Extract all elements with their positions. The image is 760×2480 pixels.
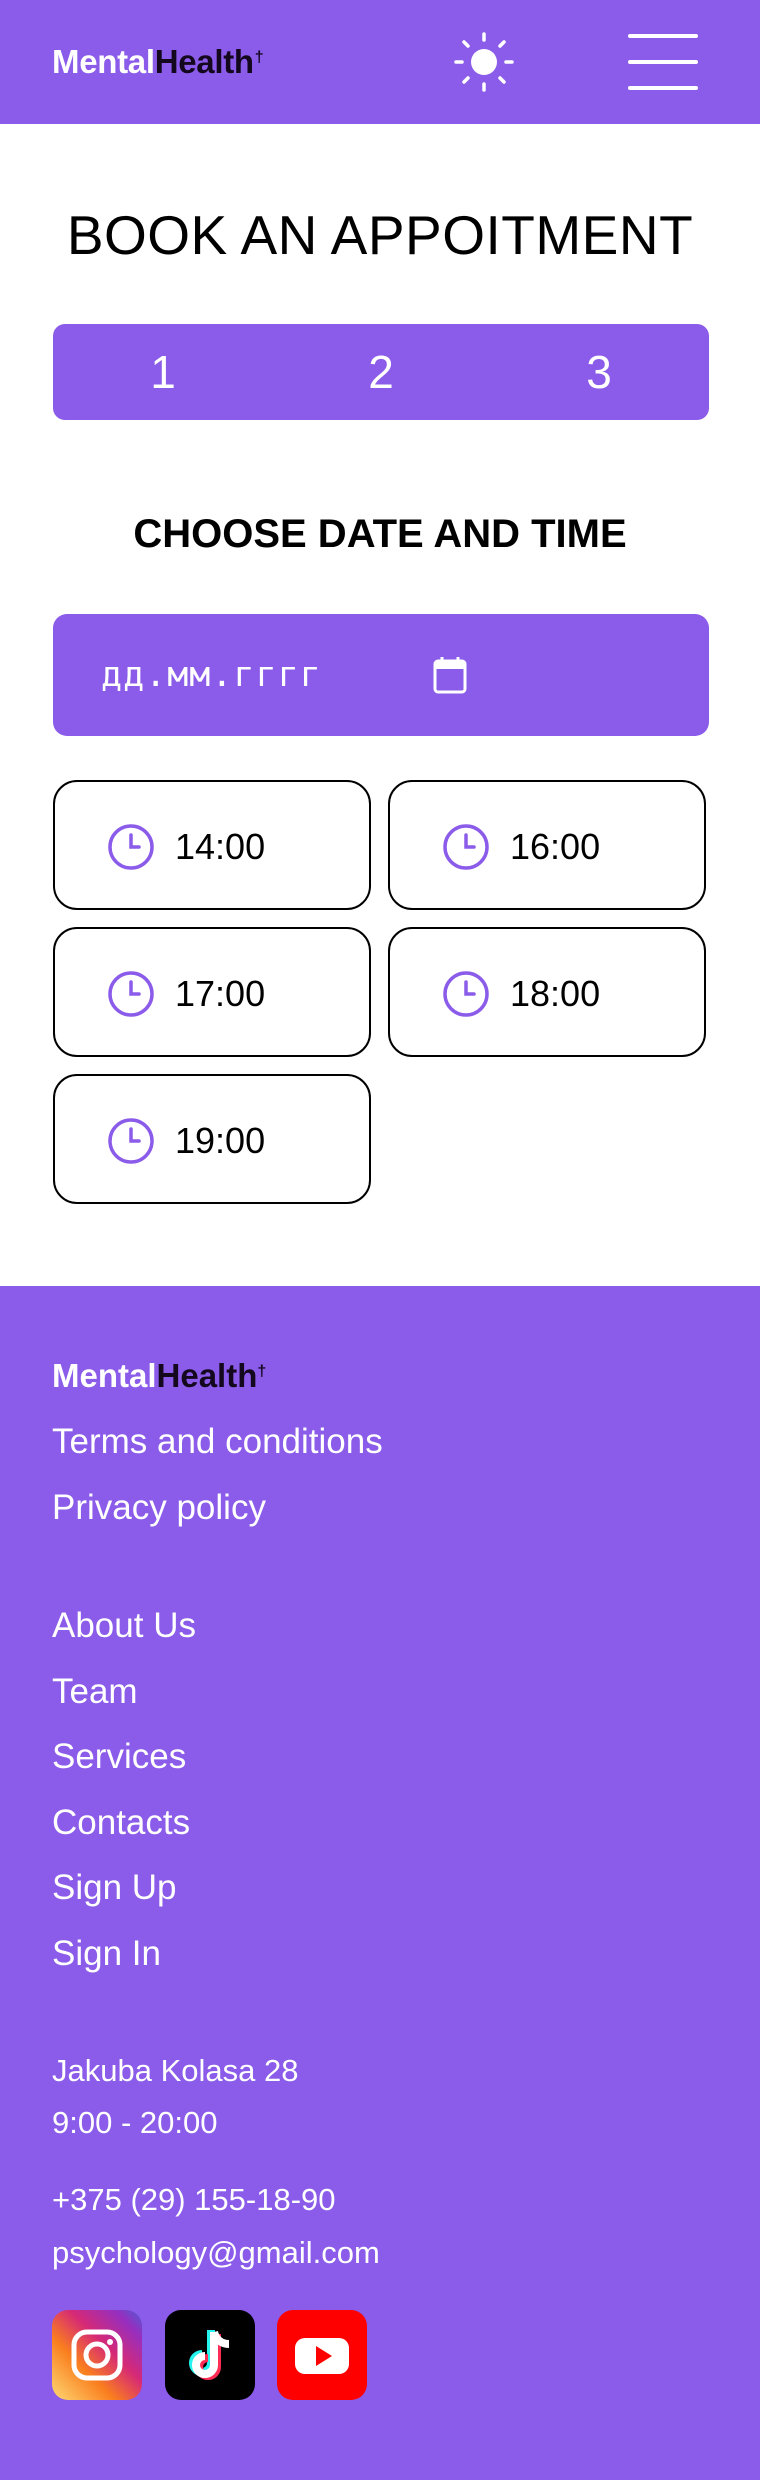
footer-phone[interactable]: +375 (29) 155-18-90	[52, 2180, 336, 2220]
footer-link-contacts[interactable]: Contacts	[52, 1801, 190, 1845]
time-slot-label: 19:00	[175, 1120, 266, 1161]
time-slot[interactable]: 16:00	[388, 780, 706, 910]
footer-link-services[interactable]: Services	[52, 1735, 186, 1779]
logo-mark: †	[254, 49, 264, 66]
sun-icon	[454, 32, 514, 92]
site-logo[interactable]: MentalHealth†	[52, 42, 264, 82]
footer-logo[interactable]: MentalHealth†	[52, 1356, 266, 1396]
time-slot-label: 14:00	[175, 826, 266, 867]
footer-link-privacy[interactable]: Privacy policy	[52, 1486, 266, 1530]
logo-part-health: Health	[154, 43, 254, 80]
booking-steps: 1 2 3	[53, 324, 709, 420]
date-placeholder: дд.мм.гггг	[101, 655, 322, 695]
footer-link-about[interactable]: About Us	[52, 1604, 196, 1648]
site-header: MentalHealth†	[0, 0, 760, 124]
time-slot[interactable]: 18:00	[388, 927, 706, 1057]
clock-icon	[443, 824, 489, 870]
logo-mark: †	[257, 1363, 267, 1380]
footer-hours: 9:00 - 20:00	[52, 2105, 218, 2140]
menu-line	[628, 34, 698, 38]
logo-part-mental: Mental	[52, 1357, 157, 1394]
time-slot-label: 18:00	[510, 973, 601, 1014]
time-slot[interactable]: 17:00	[53, 927, 371, 1057]
date-input[interactable]: дд.мм.гггг	[53, 614, 709, 736]
clock-icon	[443, 971, 489, 1017]
logo-part-health: Health	[156, 1357, 258, 1394]
footer-link-team[interactable]: Team	[52, 1670, 138, 1714]
step-1[interactable]: 1	[103, 324, 223, 420]
instagram-icon[interactable]	[52, 2310, 142, 2400]
footer-link-terms[interactable]: Terms and conditions	[52, 1420, 383, 1464]
calendar-icon[interactable]	[433, 656, 467, 694]
hamburger-menu-icon[interactable]	[628, 34, 698, 90]
theme-toggle-button[interactable]	[452, 30, 516, 94]
time-slot-label: 17:00	[175, 973, 266, 1014]
step-2[interactable]: 2	[321, 324, 441, 420]
step-3[interactable]: 3	[539, 324, 659, 420]
section-subtitle: CHOOSE DATE AND TIME	[133, 512, 627, 556]
tiktok-icon[interactable]	[165, 2310, 255, 2400]
footer-link-signin[interactable]: Sign In	[52, 1932, 161, 1976]
clock-icon	[108, 971, 154, 1017]
footer-address: Jakuba Kolasa 28	[52, 2053, 299, 2088]
page-title: BOOK AN APPOITMENT	[66, 204, 694, 266]
footer-email[interactable]: psychology@gmail.com	[52, 2233, 380, 2273]
logo-part-mental: Mental	[52, 43, 155, 80]
time-slot[interactable]: 14:00	[53, 780, 371, 910]
time-slot-label: 16:00	[510, 826, 601, 867]
footer-link-signup[interactable]: Sign Up	[52, 1866, 177, 1910]
clock-icon	[108, 824, 154, 870]
youtube-icon[interactable]	[277, 2310, 367, 2400]
time-slot[interactable]: 19:00	[53, 1074, 371, 1204]
clock-icon	[108, 1118, 154, 1164]
menu-line	[628, 60, 698, 64]
menu-line	[628, 86, 698, 90]
